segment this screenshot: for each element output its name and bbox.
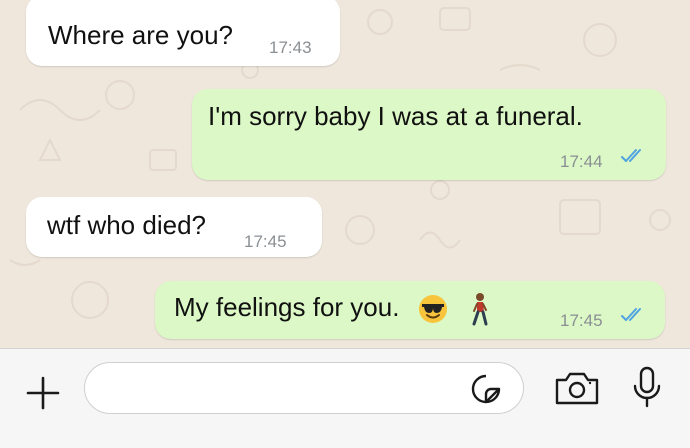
message-text-with-emoji: My feelings for you. — [174, 292, 490, 326]
message-bubble-incoming[interactable]: wtf who died? 17:45 — [26, 197, 322, 257]
message-text: I'm sorry baby I was at a funeral. — [208, 101, 583, 131]
message-timestamp: 17:44 — [560, 152, 603, 171]
message-timestamp: 17:43 — [269, 38, 312, 57]
message-text: My feelings for you. — [174, 292, 400, 322]
read-receipt-double-check-icon — [621, 308, 641, 321]
microphone-icon[interactable] — [630, 366, 664, 408]
message-bubble-outgoing[interactable]: I'm sorry baby I was at a funeral. 17:44 — [192, 89, 666, 180]
message-bubble-outgoing[interactable]: My feelings for you. 17:45 — [155, 281, 665, 339]
read-receipt-double-check-icon — [621, 149, 641, 162]
message-timestamp: 17:45 — [560, 311, 603, 330]
message-text: Where are you? — [48, 20, 233, 50]
plus-icon[interactable] — [24, 374, 62, 412]
message-timestamp: 17:45 — [244, 232, 287, 251]
message-text: wtf who died? — [47, 210, 206, 240]
smiling-face-with-sunglasses-emoji — [418, 295, 447, 324]
message-bubble-incoming[interactable]: Where are you? 17:43 — [26, 0, 340, 66]
chat-area[interactable]: Where are you? 17:43 I'm sorry baby I wa… — [0, 0, 690, 348]
camera-icon[interactable] — [554, 370, 600, 406]
message-input-field[interactable] — [84, 362, 524, 414]
person-walking-emoji — [472, 293, 488, 326]
sticker-icon[interactable] — [470, 373, 502, 405]
message-input[interactable] — [103, 371, 463, 405]
